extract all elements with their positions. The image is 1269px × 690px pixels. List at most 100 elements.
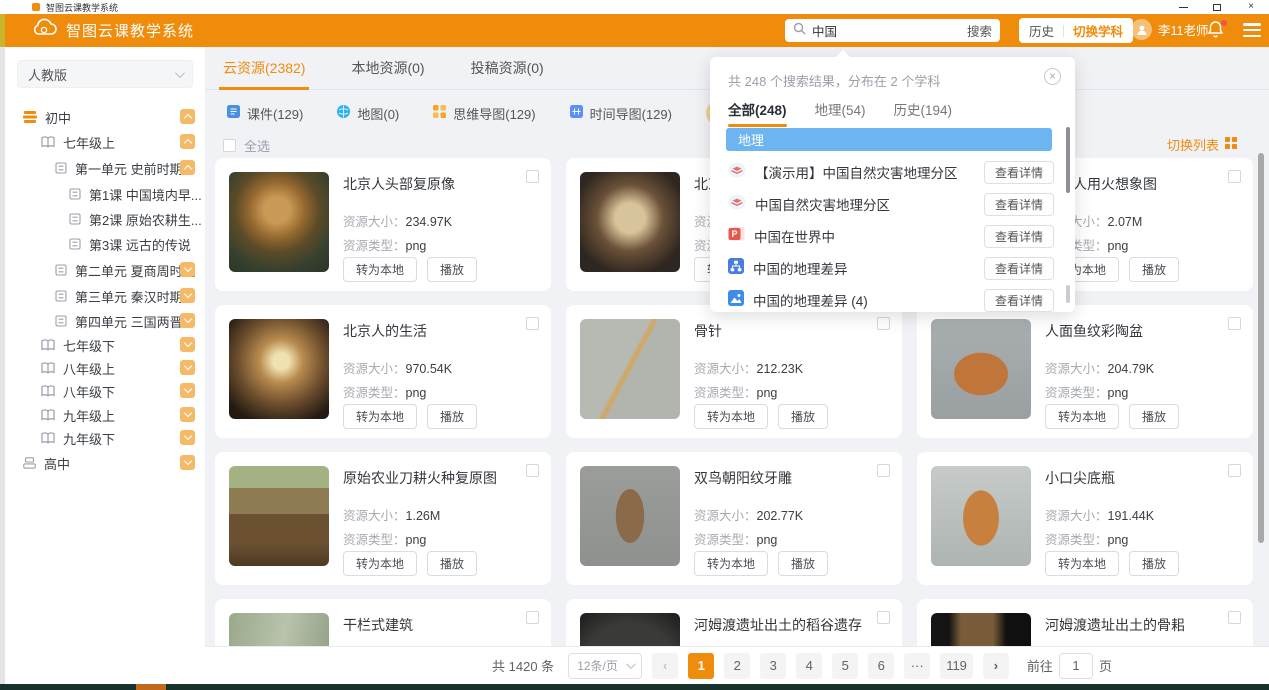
card-checkbox[interactable]: [526, 170, 539, 183]
close-icon[interactable]: ×: [1245, 2, 1257, 12]
tree-item-grade9a[interactable]: 九年级上: [5, 403, 205, 427]
card-thumbnail[interactable]: [580, 172, 680, 272]
play-button[interactable]: 播放: [427, 257, 477, 282]
view-details-button[interactable]: 查看详情: [984, 161, 1054, 184]
close-icon[interactable]: ×: [1044, 68, 1061, 85]
popup-tab-geography[interactable]: 地理(54): [815, 99, 866, 127]
to-local-button[interactable]: 转为本地: [343, 551, 417, 576]
to-local-button[interactable]: 转为本地: [694, 404, 768, 429]
to-local-button[interactable]: 转为本地: [694, 551, 768, 576]
view-details-button[interactable]: 查看详情: [984, 289, 1054, 312]
page-button-6[interactable]: 6: [868, 653, 894, 679]
view-details-button[interactable]: 查看详情: [984, 257, 1054, 280]
to-local-button[interactable]: 转为本地: [343, 404, 417, 429]
tree-item-grade8b[interactable]: 八年级下: [5, 379, 205, 403]
card-checkbox[interactable]: [526, 464, 539, 477]
collapse-icon[interactable]: [180, 109, 195, 124]
card-thumbnail[interactable]: [229, 172, 329, 272]
play-button[interactable]: 播放: [1129, 404, 1179, 429]
filter-map[interactable]: 地图(0): [337, 104, 399, 123]
result-row[interactable]: P 中国在世界中 查看详情: [728, 221, 1058, 251]
tree-item-unit3[interactable]: 第三单元 秦汉时期: [5, 284, 205, 308]
view-details-button[interactable]: 查看详情: [984, 225, 1054, 248]
card-checkbox[interactable]: [526, 317, 539, 330]
tab-submitted-resources[interactable]: 投稿资源(0): [471, 47, 544, 90]
card-checkbox[interactable]: [877, 317, 890, 330]
card-thumbnail[interactable]: [229, 319, 329, 419]
tab-cloud-resources[interactable]: 云资源(2382): [223, 47, 305, 90]
tab-local-resources[interactable]: 本地资源(0): [351, 47, 424, 90]
tree-item-unit1[interactable]: 第一单元 史前时期: [5, 156, 205, 180]
page-button-3[interactable]: 3: [760, 653, 786, 679]
popup-tab-history[interactable]: 历史(194): [894, 99, 953, 127]
card-thumbnail[interactable]: [580, 319, 680, 419]
result-row[interactable]: 【演示用】中国自然灾害地理分区 查看详情: [728, 157, 1058, 187]
card-checkbox[interactable]: [1228, 170, 1241, 183]
card-checkbox[interactable]: [877, 611, 890, 624]
expand-icon[interactable]: [180, 313, 195, 328]
tree-item-lesson1[interactable]: 第1课 中国境内早...: [5, 182, 205, 206]
select-all-checkbox[interactable]: [223, 139, 236, 152]
menu-icon[interactable]: [1243, 23, 1261, 37]
play-button[interactable]: 播放: [1129, 551, 1179, 576]
page-button-119[interactable]: 119: [940, 653, 973, 679]
expand-icon[interactable]: [180, 262, 195, 277]
card-checkbox[interactable]: [1228, 464, 1241, 477]
search-button[interactable]: 搜索: [967, 21, 992, 40]
current-subject-label[interactable]: 历史: [1029, 21, 1054, 40]
filter-timeline[interactable]: 时间导图(129): [570, 104, 672, 123]
page-button-2[interactable]: 2: [724, 653, 750, 679]
to-local-button[interactable]: 转为本地: [1045, 404, 1119, 429]
expand-icon[interactable]: [180, 455, 195, 470]
to-local-button[interactable]: 转为本地: [1045, 551, 1119, 576]
tree-item-unit4[interactable]: 第四单元 三国两晋南北...: [5, 309, 205, 333]
play-button[interactable]: 播放: [427, 404, 477, 429]
play-button[interactable]: 播放: [1129, 257, 1179, 282]
popup-scrollbar[interactable]: [1066, 127, 1070, 193]
result-row[interactable]: 中国自然灾害地理分区 查看详情: [728, 189, 1058, 219]
page-button-5[interactable]: 5: [832, 653, 858, 679]
vertical-scrollbar[interactable]: [1258, 153, 1264, 543]
collapse-icon[interactable]: [180, 160, 195, 175]
play-button[interactable]: 播放: [778, 404, 828, 429]
result-row[interactable]: 中国的地理差异 (4) 查看详情: [728, 285, 1058, 315]
next-page-button[interactable]: ›: [983, 653, 1009, 679]
popup-tab-all[interactable]: 全部(248): [728, 99, 787, 127]
play-button[interactable]: 播放: [427, 551, 477, 576]
tree-item-grade8a[interactable]: 八年级上: [5, 356, 205, 380]
card-checkbox[interactable]: [526, 611, 539, 624]
view-details-button[interactable]: 查看详情: [984, 193, 1054, 216]
expand-icon[interactable]: [180, 430, 195, 445]
card-checkbox[interactable]: [1228, 317, 1241, 330]
page-ellipsis[interactable]: ···: [904, 653, 930, 679]
page-button-4[interactable]: 4: [796, 653, 822, 679]
tree-item-grade7a[interactable]: 七年级上: [5, 130, 205, 154]
filter-courseware[interactable]: 课件(129): [227, 104, 303, 123]
tree-item-lesson3[interactable]: 第3课 远古的传说: [5, 232, 205, 256]
card-checkbox[interactable]: [1228, 611, 1241, 624]
subject-switcher[interactable]: 历史 切换学科: [1019, 18, 1133, 43]
page-button-1[interactable]: 1: [688, 653, 714, 679]
card-thumbnail[interactable]: [931, 466, 1031, 566]
play-button[interactable]: 播放: [778, 551, 828, 576]
expand-icon[interactable]: [180, 360, 195, 375]
tree-item-senior[interactable]: 高中: [5, 451, 205, 475]
expand-icon[interactable]: [180, 407, 195, 422]
expand-icon[interactable]: [180, 337, 195, 352]
expand-icon[interactable]: [180, 288, 195, 303]
search-box[interactable]: 搜索: [785, 19, 1000, 42]
maximize-icon[interactable]: [1211, 2, 1223, 12]
switch-subject-button[interactable]: 切换学科: [1073, 21, 1123, 40]
per-page-select[interactable]: 12条/页: [568, 653, 642, 679]
tree-item-unit2[interactable]: 第二单元 夏商周时期: [5, 258, 205, 282]
result-row[interactable]: 中国的地理差异 查看详情: [728, 253, 1058, 283]
tree-item-lesson2[interactable]: 第2课 原始农耕生...: [5, 207, 205, 231]
card-thumbnail[interactable]: [931, 319, 1031, 419]
tree-item-grade9b[interactable]: 九年级下: [5, 426, 205, 450]
collapse-icon[interactable]: [180, 134, 195, 149]
user-menu[interactable]: 李11老师: [1131, 19, 1208, 40]
search-input[interactable]: [812, 24, 961, 38]
edition-select[interactable]: 人教版: [17, 60, 193, 88]
tree-item-grade7b[interactable]: 七年级下: [5, 333, 205, 357]
card-checkbox[interactable]: [877, 464, 890, 477]
